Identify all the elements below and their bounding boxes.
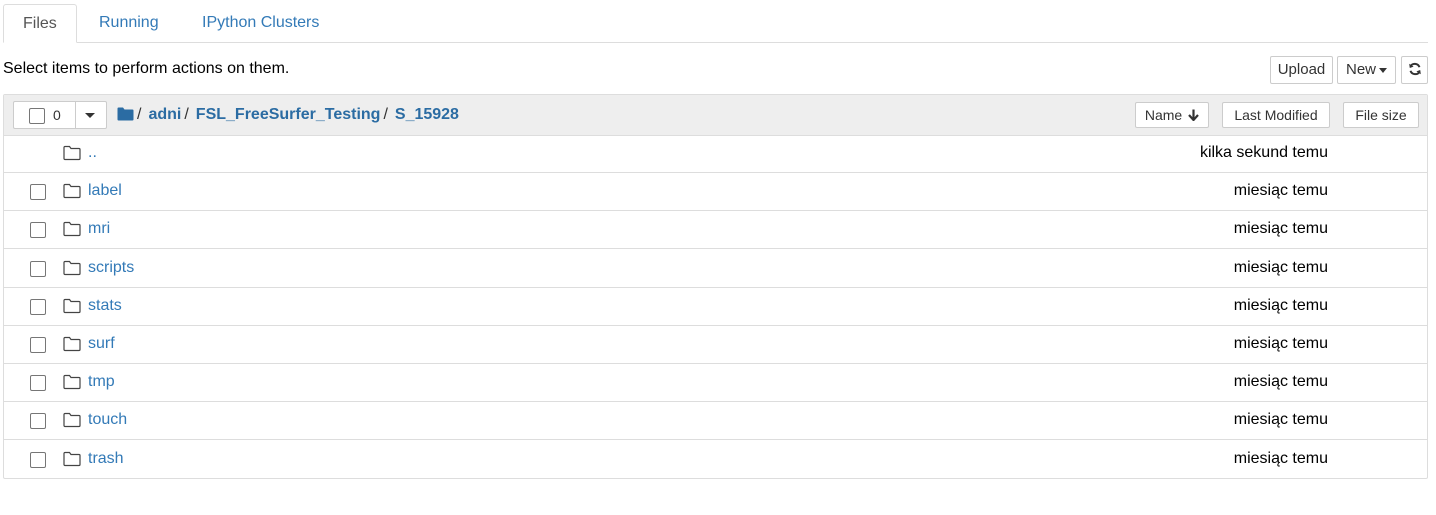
upload-button[interactable]: Upload	[1270, 56, 1333, 84]
modified-time: miesiąc temu	[1233, 411, 1328, 429]
row-checkbox[interactable]	[30, 451, 46, 468]
selection-hint: Select items to perform actions on them.	[3, 60, 290, 77]
breadcrumb: / adni / FSL_FreeSurfer_Testing / S_15928	[117, 104, 459, 126]
sort-by-name-button[interactable]: Name	[1135, 102, 1209, 128]
sort-by-modified-button[interactable]: Last Modified	[1222, 102, 1330, 128]
modified-time: kilka sekund temu	[1199, 144, 1328, 161]
sort-name-label: Name	[1144, 107, 1183, 123]
table-row[interactable]: trash miesiąc temu	[4, 441, 1427, 479]
modified-time: miesiąc temu	[1233, 296, 1328, 314]
file-name-link[interactable]: tmp	[88, 373, 115, 391]
modified-time: miesiąc temu	[1233, 335, 1328, 352]
select-all-group[interactable]: 0	[13, 101, 107, 129]
file-list-header: 0 /adni / FSL_FreeSurfer_Testing / S_15928 N…	[4, 95, 1427, 136]
arrow-down-icon	[1188, 109, 1199, 122]
row-checkbox[interactable]	[30, 260, 46, 277]
tab-files[interactable]: Files	[3, 4, 77, 43]
sort-by-size-button[interactable]: File size	[1343, 102, 1419, 128]
file-name-link[interactable]: mri	[88, 220, 110, 238]
refresh-button[interactable]	[1401, 56, 1428, 84]
table-row[interactable]: .. kilka sekund temu	[4, 135, 1427, 173]
table-row[interactable]: surf miesiąc temu	[4, 326, 1427, 364]
file-list-panel: 0 /adni / FSL_FreeSurfer_Testing / S_15928 N…	[3, 94, 1428, 479]
breadcrumb-fsl-freesurfer-testing[interactable]: FSL_FreeSurfer_Testing	[196, 106, 381, 123]
tab-running[interactable]: Running	[80, 4, 178, 42]
breadcrumb-separator: /	[137, 106, 142, 123]
select-dropdown-caret-icon[interactable]	[85, 113, 95, 118]
select-divider	[75, 101, 76, 129]
table-row[interactable]: touch miesiąc temu	[4, 402, 1427, 441]
home-folder-icon[interactable]	[117, 107, 134, 121]
file-name-link[interactable]: trash	[88, 450, 124, 468]
table-row[interactable]: scripts miesiąc temu	[4, 250, 1427, 288]
select-all-checkbox[interactable]	[29, 108, 45, 124]
folder-icon	[63, 184, 81, 199]
modified-time: miesiąc temu	[1233, 373, 1328, 391]
folder-icon	[63, 451, 81, 466]
modified-time: miesiąc temu	[1233, 449, 1328, 467]
tab-ipython-clusters[interactable]: IPython Clusters	[183, 4, 338, 42]
file-name-link[interactable]: stats	[88, 297, 122, 315]
row-checkbox[interactable]	[30, 413, 46, 430]
row-checkbox[interactable]	[30, 375, 46, 392]
tab-bar: Files Running IPython Clusters	[3, 4, 1428, 43]
row-checkbox[interactable]	[30, 184, 46, 201]
modified-time: miesiąc temu	[1233, 220, 1328, 238]
row-checkbox[interactable]	[30, 298, 46, 315]
modified-time: miesiąc temu	[1233, 182, 1328, 200]
table-row[interactable]: mri miesiąc temu	[4, 211, 1427, 250]
table-row[interactable]: label miesiąc temu	[4, 173, 1427, 212]
file-name-link[interactable]: touch	[88, 411, 127, 429]
file-name-link[interactable]: ..	[88, 144, 97, 162]
modified-time: miesiąc temu	[1233, 258, 1328, 276]
breadcrumb-adni[interactable]: adni	[148, 106, 181, 123]
folder-icon	[63, 222, 81, 237]
breadcrumb-separator: /	[383, 106, 388, 123]
row-checkbox[interactable]	[30, 337, 46, 353]
file-name-link[interactable]: label	[88, 182, 122, 200]
file-name-link[interactable]: surf	[88, 335, 115, 353]
file-name-link[interactable]: scripts	[88, 259, 134, 277]
refresh-icon	[1408, 62, 1421, 76]
folder-icon	[63, 336, 81, 352]
new-button[interactable]: New	[1337, 56, 1396, 84]
file-browser-page: Files Running IPython Clusters Select it…	[0, 0, 1436, 515]
folder-icon	[63, 260, 81, 275]
folder-icon	[63, 145, 81, 161]
folder-icon	[63, 298, 81, 313]
row-checkbox[interactable]	[30, 222, 46, 239]
selected-count: 0	[53, 107, 61, 123]
folder-icon	[63, 375, 81, 390]
breadcrumb-separator: /	[184, 106, 189, 123]
breadcrumb-s-15928[interactable]: S_15928	[395, 106, 459, 123]
folder-icon	[63, 413, 81, 428]
new-button-label: New	[1345, 61, 1376, 78]
table-row[interactable]: stats miesiąc temu	[4, 288, 1427, 326]
table-row[interactable]: tmp miesiąc temu	[4, 364, 1427, 403]
caret-down-icon	[1379, 67, 1387, 73]
